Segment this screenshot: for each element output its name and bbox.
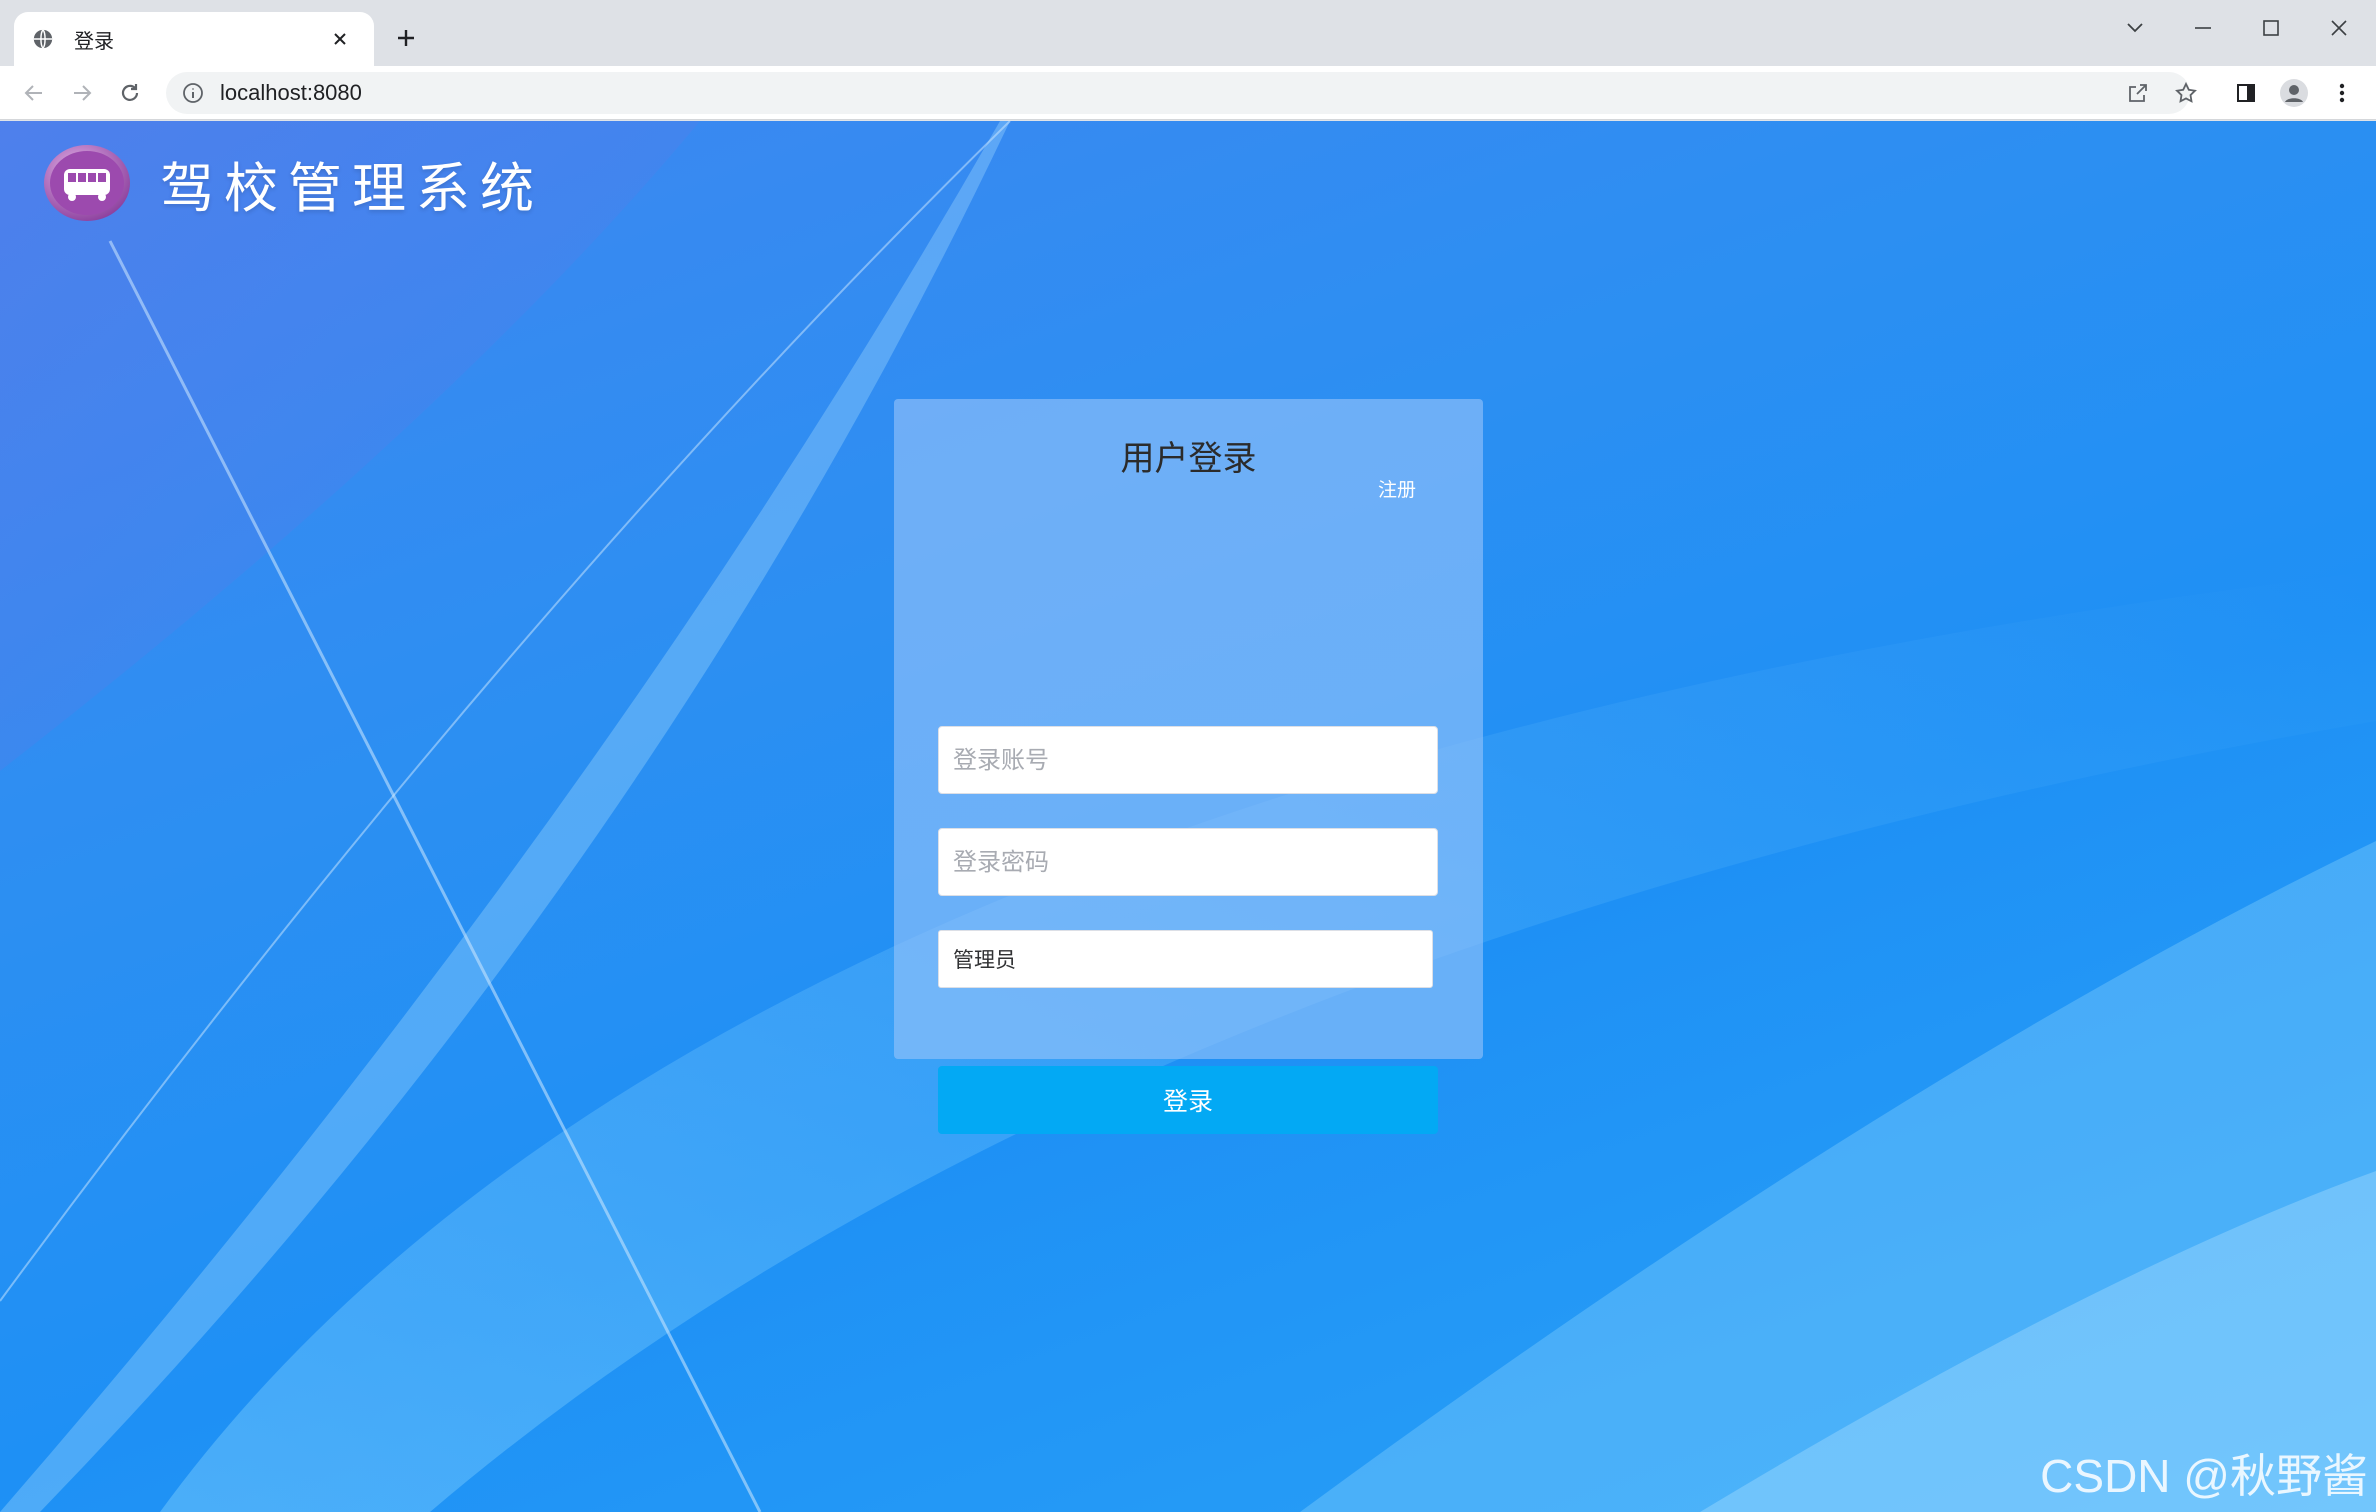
username-input[interactable] [938,726,1438,794]
reload-icon[interactable] [110,73,150,113]
globe-icon [33,29,53,49]
login-card: 用户登录 注册 管理员 登录 [894,399,1483,1134]
info-icon[interactable] [182,82,204,104]
maximize-icon[interactable] [2238,6,2304,50]
share-icon[interactable] [2118,73,2158,113]
close-window-icon[interactable] [2306,6,2372,50]
role-select[interactable]: 管理员 [938,930,1433,988]
forward-arrow-icon[interactable] [62,73,102,113]
role-selected-value: 管理员 [953,948,1016,972]
login-title: 用户登录 [1120,439,1257,479]
url-text: localhost:8080 [220,80,362,105]
menu-kebab-icon[interactable] [2322,73,2362,113]
back-arrow-icon[interactable] [14,73,54,113]
browser-tab[interactable]: 登录 [14,12,374,66]
address-bar[interactable]: localhost:8080 [166,72,2190,114]
password-input[interactable] [938,828,1438,896]
tab-search-icon[interactable] [2102,6,2168,50]
tab-title: 登录 [74,28,114,53]
browser-toolbar: localhost:8080 [0,66,2376,120]
register-link[interactable]: 注册 [1378,475,1416,502]
profile-avatar-icon[interactable] [2274,73,2314,113]
login-button[interactable]: 登录 [938,1066,1438,1134]
bus-icon [44,145,130,221]
side-panel-icon[interactable] [2226,73,2266,113]
page-viewport: 驾校管理系统 用户登录 注册 管理员 登录 CSDN @秋野酱 [0,121,2376,1512]
browser-titlebar: 登录 [0,0,2376,66]
brand-title: 驾校管理系统 [160,156,544,220]
minimize-icon[interactable] [2170,6,2236,50]
brand-header: 驾校管理系统 [42,143,544,223]
new-tab-icon[interactable] [388,20,424,56]
close-tab-icon[interactable] [324,23,356,55]
bookmark-star-icon[interactable] [2166,73,2206,113]
watermark: CSDN @秋野酱 [2040,1450,2368,1502]
